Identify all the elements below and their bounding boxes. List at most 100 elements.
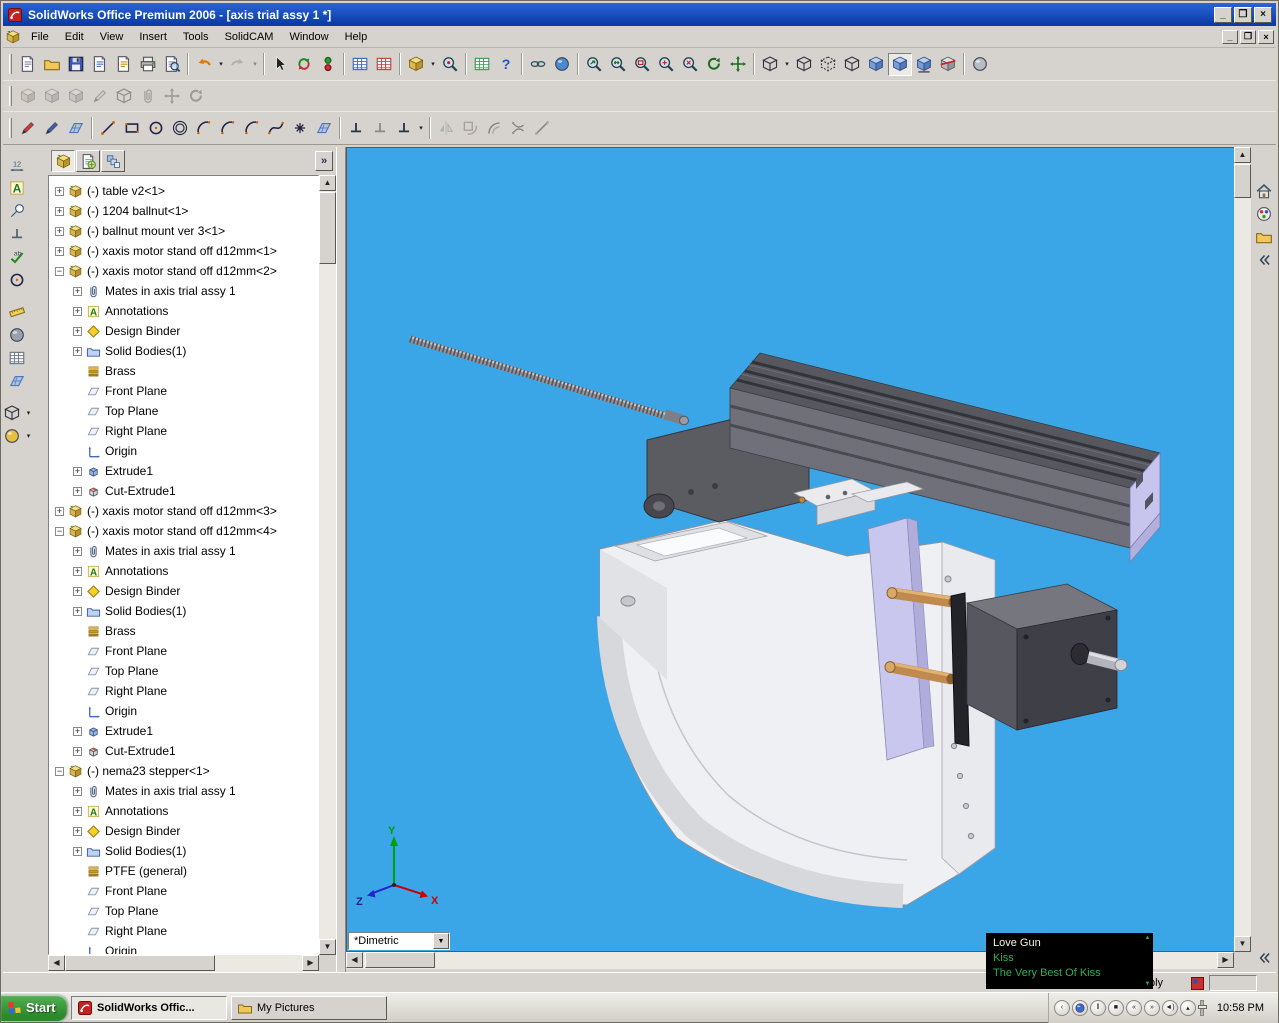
close-button[interactable]: ×: [1254, 7, 1272, 23]
tree-hscrollbar-thumb[interactable]: [65, 955, 215, 971]
scroll-up-icon[interactable]: ▲: [1234, 147, 1251, 163]
make-assembly-from-part[interactable]: [112, 53, 136, 76]
section-view[interactable]: [936, 53, 960, 76]
tree-item[interactable]: Right Plane: [49, 421, 318, 441]
offset-entities[interactable]: [482, 117, 506, 140]
section-properties[interactable]: [5, 346, 29, 369]
expand-icon[interactable]: +: [55, 247, 64, 256]
expand-icon[interactable]: +: [55, 227, 64, 236]
expand-icon[interactable]: +: [73, 747, 82, 756]
tree-item[interactable]: Top Plane: [49, 901, 318, 921]
hidden-lines-removed[interactable]: [840, 53, 864, 76]
balloon[interactable]: [5, 199, 29, 222]
open-document[interactable]: [40, 53, 64, 76]
zoom-to-area[interactable]: [630, 53, 654, 76]
select[interactable]: [268, 53, 292, 76]
expand-icon[interactable]: +: [73, 847, 82, 856]
menu-tools[interactable]: Tools: [175, 28, 217, 46]
expand-icon[interactable]: +: [73, 607, 82, 616]
rotate-component[interactable]: [184, 85, 208, 108]
toolbar-grip[interactable]: [9, 86, 12, 106]
tree-item[interactable]: Right Plane: [49, 921, 318, 941]
selection-filter-flyout-arrow[interactable]: ▾: [428, 53, 438, 76]
panel-expand-button[interactable]: »: [315, 151, 333, 171]
web-browser[interactable]: [550, 53, 574, 76]
view-orientation-flyout[interactable]: [0, 401, 24, 424]
model-bracket[interactable]: [600, 520, 995, 905]
restore-button[interactable]: ❐: [1234, 7, 1252, 23]
sketch-relations-flyout[interactable]: [392, 117, 416, 140]
wmp-button[interactable]: [1072, 1000, 1088, 1016]
start-button[interactable]: Start: [1, 995, 67, 1021]
standard-views[interactable]: [758, 53, 782, 76]
tree-horizontal-scrollbar[interactable]: ◀ ▶: [48, 955, 319, 972]
configurationmanager-tab[interactable]: [101, 150, 125, 172]
chevron-down-icon[interactable]: ▼: [433, 933, 449, 949]
tree-item[interactable]: +(-) ballnut mount ver 3<1>: [49, 221, 318, 241]
viewport-vertical-scrollbar[interactable]: ▲ ▼: [1234, 147, 1251, 952]
document-minimize-button[interactable]: _: [1222, 30, 1238, 44]
expand-icon[interactable]: +: [73, 567, 82, 576]
expand-icon[interactable]: +: [73, 487, 82, 496]
volume-slider-knob[interactable]: [1198, 1005, 1207, 1009]
tree-item[interactable]: Top Plane: [49, 401, 318, 421]
scroll-right-icon[interactable]: ▶: [302, 955, 319, 971]
zoom-to-fit[interactable]: [606, 53, 630, 76]
appearance-flyout-flyout-arrow[interactable]: ▾: [24, 424, 34, 447]
note[interactable]: A: [5, 176, 29, 199]
menu-file[interactable]: File: [23, 28, 57, 46]
collapse-icon[interactable]: −: [55, 527, 64, 536]
tree-item[interactable]: +AAnnotations: [49, 301, 318, 321]
expand-icon[interactable]: +: [73, 347, 82, 356]
tree-item[interactable]: +Extrude1: [49, 721, 318, 741]
bom-table[interactable]: [372, 53, 396, 76]
scroll-up-icon[interactable]: ▲: [1145, 935, 1151, 941]
shadows-in-shaded-mode[interactable]: [912, 53, 936, 76]
expand-icon[interactable]: +: [73, 587, 82, 596]
3d-model[interactable]: Y X Z: [347, 148, 1234, 952]
tree-item[interactable]: Origin: [49, 441, 318, 461]
help[interactable]: ?: [494, 53, 518, 76]
media-overlay-scroller[interactable]: ▲▼: [1142, 933, 1153, 989]
tree-item[interactable]: +Extrude1: [49, 461, 318, 481]
expand-icon[interactable]: +: [73, 327, 82, 336]
model-leadscrew[interactable]: [410, 337, 689, 425]
solidworks-resources-home[interactable]: [1252, 179, 1276, 202]
mirror-entities[interactable]: [434, 117, 458, 140]
realview-graphics[interactable]: [968, 53, 992, 76]
spell-checker[interactable]: ab: [5, 245, 29, 268]
tree-item[interactable]: Front Plane: [49, 881, 318, 901]
next-button[interactable]: »: [1144, 1000, 1160, 1016]
tree-item[interactable]: +Solid Bodies(1): [49, 341, 318, 361]
sketch[interactable]: [16, 117, 40, 140]
toolbar-grip[interactable]: [9, 118, 12, 138]
menu-view[interactable]: View: [92, 28, 132, 46]
tree-item[interactable]: +Design Binder: [49, 821, 318, 841]
expand-icon[interactable]: +: [73, 787, 82, 796]
expand-icon[interactable]: +: [73, 807, 82, 816]
view-orientation-flyout-flyout-arrow[interactable]: ▾: [24, 401, 34, 424]
tree-item[interactable]: −(-) nema23 stepper<1>: [49, 761, 318, 781]
document-restore-button[interactable]: ❐: [1240, 30, 1256, 44]
pause-button[interactable]: ‖: [1090, 1000, 1106, 1016]
menu-edit[interactable]: Edit: [57, 28, 92, 46]
rotate-view[interactable]: [702, 53, 726, 76]
expand-icon[interactable]: +: [73, 827, 82, 836]
expand-icon[interactable]: +: [73, 547, 82, 556]
tree-item[interactable]: +Cut-Extrude1: [49, 481, 318, 501]
featuremanager-tab[interactable]: [51, 150, 75, 172]
expand-icon[interactable]: +: [55, 187, 64, 196]
pane-collapse[interactable]: [1252, 946, 1276, 969]
shaded[interactable]: [888, 53, 912, 76]
save[interactable]: [64, 53, 88, 76]
3d-sketch[interactable]: [40, 117, 64, 140]
hole-callout[interactable]: [5, 268, 29, 291]
taskbar-task-my-pictures[interactable]: My Pictures: [231, 996, 387, 1020]
tree-item[interactable]: −(-) xaxis motor stand off d12mm<2>: [49, 261, 318, 281]
pan[interactable]: [726, 53, 750, 76]
add-relation[interactable]: [344, 117, 368, 140]
tree-item[interactable]: +Mates in axis trial assy 1: [49, 281, 318, 301]
zoom-to-selection[interactable]: [678, 53, 702, 76]
tree-item[interactable]: Brass: [49, 361, 318, 381]
document-close-button[interactable]: ×: [1258, 30, 1274, 44]
